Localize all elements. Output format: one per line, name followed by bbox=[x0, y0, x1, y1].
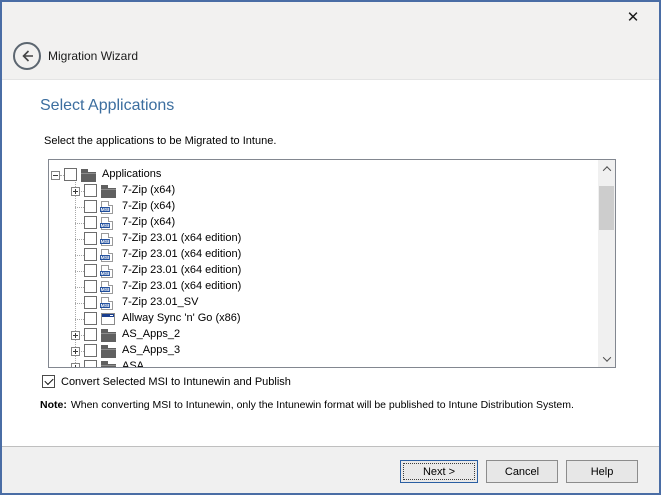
tree-item-label[interactable]: ASA bbox=[122, 360, 144, 367]
scrollbar-thumb[interactable] bbox=[599, 186, 614, 230]
expand-icon[interactable] bbox=[71, 347, 80, 356]
expand-icon[interactable] bbox=[71, 363, 80, 367]
tree-item-checkbox[interactable] bbox=[84, 264, 97, 277]
scrollbar-up-button[interactable] bbox=[598, 160, 615, 177]
convert-option-row: Convert Selected MSI to Intunewin and Pu… bbox=[42, 375, 291, 388]
wizard-title: Migration Wizard bbox=[48, 49, 138, 63]
tree-row[interactable]: AS_Apps_2 bbox=[49, 327, 598, 343]
msi-package-icon: MSI bbox=[101, 281, 113, 294]
tree-item-checkbox[interactable] bbox=[84, 248, 97, 261]
tree-item-label[interactable]: AS_Apps_3 bbox=[122, 344, 180, 356]
tree-row[interactable]: 7-Zip (x64) bbox=[49, 183, 598, 199]
tree-row[interactable]: AS_Apps_3 bbox=[49, 343, 598, 359]
checkmark-icon bbox=[44, 376, 53, 385]
folder-icon bbox=[81, 169, 96, 182]
tree-item-checkbox[interactable] bbox=[84, 328, 97, 341]
tree-item-checkbox[interactable] bbox=[64, 168, 77, 181]
tree-connector-stub bbox=[75, 255, 84, 257]
tree-row[interactable]: MSI 7-Zip 23.01 (x64 edition) bbox=[49, 263, 598, 279]
tree-item-label[interactable]: AS_Apps_2 bbox=[122, 328, 180, 340]
help-button[interactable]: Help bbox=[566, 460, 638, 483]
tree-item-checkbox[interactable] bbox=[84, 216, 97, 229]
button-bar: Next > Cancel Help bbox=[2, 446, 659, 493]
expand-icon[interactable] bbox=[71, 187, 80, 196]
expand-icon[interactable] bbox=[71, 331, 80, 340]
tree-item-label[interactable]: 7-Zip 23.01_SV bbox=[122, 296, 198, 308]
app-window-icon bbox=[101, 313, 115, 325]
msi-package-icon: MSI bbox=[101, 265, 113, 278]
tree-item-label[interactable]: 7-Zip (x64) bbox=[122, 184, 175, 196]
migration-wizard-window: ✕ Migration Wizard Select Applications S… bbox=[0, 0, 661, 495]
folder-icon bbox=[101, 345, 116, 358]
tree-row[interactable]: ASA bbox=[49, 359, 598, 367]
msi-package-icon: MSI bbox=[101, 201, 113, 214]
scroll-up-icon bbox=[602, 166, 610, 174]
tree-item-checkbox[interactable] bbox=[84, 232, 97, 245]
folder-icon bbox=[101, 185, 116, 198]
tree-item-checkbox[interactable] bbox=[84, 312, 97, 325]
tree-row[interactable]: Allway Sync 'n' Go (x86) bbox=[49, 311, 598, 327]
tree-item-checkbox[interactable] bbox=[84, 280, 97, 293]
tree-connector-stub bbox=[75, 303, 84, 305]
cancel-button[interactable]: Cancel bbox=[486, 460, 558, 483]
tree-item-label[interactable]: Allway Sync 'n' Go (x86) bbox=[122, 312, 241, 324]
tree-item-label[interactable]: 7-Zip 23.01 (x64 edition) bbox=[122, 280, 241, 292]
tree-item-checkbox[interactable] bbox=[84, 200, 97, 213]
tree-connector-stub bbox=[75, 319, 84, 321]
tree-item-checkbox[interactable] bbox=[84, 184, 97, 197]
tree-item-label[interactable]: 7-Zip (x64) bbox=[122, 216, 175, 228]
tree-item-checkbox[interactable] bbox=[84, 360, 97, 367]
tree-row[interactable]: MSI 7-Zip 23.01 (x64 edition) bbox=[49, 247, 598, 263]
msi-package-icon: MSI bbox=[101, 217, 113, 230]
instruction-text: Select the applications to be Migrated t… bbox=[44, 135, 276, 147]
content-area: Select Applications Select the applicati… bbox=[2, 80, 659, 449]
scroll-down-icon bbox=[602, 353, 610, 361]
convert-msi-checkbox[interactable] bbox=[42, 375, 55, 388]
tree-item-checkbox[interactable] bbox=[84, 344, 97, 357]
tree-row[interactable]: MSI 7-Zip (x64) bbox=[49, 199, 598, 215]
back-arrow-icon bbox=[20, 49, 34, 63]
folder-icon bbox=[101, 329, 116, 342]
next-button[interactable]: Next > bbox=[400, 460, 478, 483]
close-button[interactable]: ✕ bbox=[617, 5, 649, 28]
back-button[interactable] bbox=[13, 42, 41, 70]
page-title: Select Applications bbox=[40, 97, 174, 115]
tree-connector-stub bbox=[75, 271, 84, 273]
title-bar: ✕ bbox=[2, 2, 659, 30]
tree-row[interactable]: MSI 7-Zip (x64) bbox=[49, 215, 598, 231]
tree-row[interactable]: Applications bbox=[49, 167, 598, 183]
tree-item-checkbox[interactable] bbox=[84, 296, 97, 309]
tree-connector-stub bbox=[75, 223, 84, 225]
scrollbar-down-button[interactable] bbox=[598, 350, 615, 367]
tree-item-label[interactable]: 7-Zip 23.01 (x64 edition) bbox=[122, 248, 241, 260]
tree-item-label[interactable]: 7-Zip 23.01 (x64 edition) bbox=[122, 264, 241, 276]
wizard-header: Migration Wizard bbox=[2, 30, 659, 80]
tree-connector-stub bbox=[75, 207, 84, 209]
tree-row[interactable]: MSI 7-Zip 23.01 (x64 edition) bbox=[49, 279, 598, 295]
tree-viewport: Applications7-Zip (x64)MSI7-Zip (x64)MSI… bbox=[49, 160, 598, 367]
tree-item-label[interactable]: 7-Zip 23.01 (x64 edition) bbox=[122, 232, 241, 244]
note-text: When converting MSI to Intunewin, only t… bbox=[71, 399, 574, 411]
msi-package-icon: MSI bbox=[101, 297, 113, 310]
msi-package-icon: MSI bbox=[101, 233, 113, 246]
tree-item-label[interactable]: 7-Zip (x64) bbox=[122, 200, 175, 212]
close-icon: ✕ bbox=[627, 8, 640, 26]
collapse-icon[interactable] bbox=[51, 171, 60, 180]
tree-row[interactable]: MSI 7-Zip 23.01 (x64 edition) bbox=[49, 231, 598, 247]
convert-msi-label[interactable]: Convert Selected MSI to Intunewin and Pu… bbox=[61, 376, 291, 388]
tree-row[interactable]: MSI 7-Zip 23.01_SV bbox=[49, 295, 598, 311]
note-row: Note: When converting MSI to Intunewin, o… bbox=[40, 399, 640, 411]
msi-package-icon: MSI bbox=[101, 249, 113, 262]
applications-tree[interactable]: Applications7-Zip (x64)MSI7-Zip (x64)MSI… bbox=[48, 159, 616, 368]
tree-connector-stub bbox=[75, 239, 84, 241]
tree-scrollbar[interactable] bbox=[598, 160, 615, 367]
tree-connector-stub bbox=[75, 287, 84, 289]
note-label: Note: bbox=[40, 399, 67, 411]
folder-icon bbox=[101, 361, 116, 367]
tree-item-label[interactable]: Applications bbox=[102, 168, 161, 180]
